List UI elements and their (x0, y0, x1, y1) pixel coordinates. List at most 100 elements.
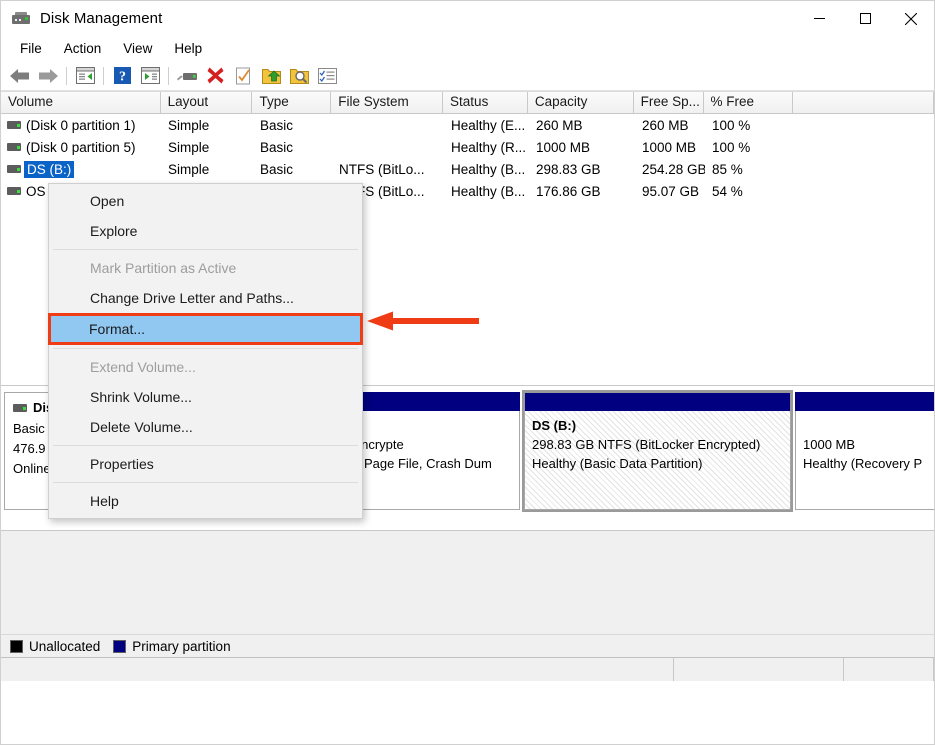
partition-box[interactable]: 1000 MB Healthy (Recovery P (795, 392, 934, 510)
table-row[interactable]: (Disk 0 partition 5) Simple Basic Healthy (… (1, 136, 934, 158)
volume-name: (Disk 0 partition 1) (26, 117, 136, 133)
legend-item: Unallocated (10, 639, 100, 654)
partition-color-cap (524, 392, 791, 411)
column-header-layout[interactable]: Layout (160, 92, 253, 113)
context-menu-item-delete-volume[interactable]: Delete Volume... (49, 412, 362, 442)
disk-management-icon (12, 11, 30, 27)
cell-free-space: 260 MB (642, 117, 689, 133)
maximize-button[interactable] (842, 1, 888, 36)
volume-icon (7, 165, 21, 173)
cell-capacity: 176.86 GB (536, 183, 601, 199)
cell-capacity: 260 MB (536, 117, 583, 133)
extend-volume-icon[interactable] (257, 63, 285, 89)
cell-file-system: NTFS (BitLo... (339, 161, 425, 177)
context-menu-item-open[interactable]: Open (49, 186, 362, 216)
context-menu-item-format[interactable]: Format... (48, 313, 363, 345)
partition-size-fs: 1000 MB (803, 437, 856, 452)
search-folder-icon[interactable] (285, 63, 313, 89)
close-button[interactable] (888, 1, 934, 36)
help-icon[interactable]: ? (108, 63, 136, 89)
volume-name: (Disk 0 partition 5) (26, 139, 136, 155)
window-controls (796, 1, 934, 36)
delete-icon[interactable] (201, 63, 229, 89)
status-panel-3 (844, 658, 934, 681)
column-header-volume[interactable]: Volume (1, 92, 161, 113)
rescan-disks-icon[interactable] (173, 63, 201, 89)
partition-status: Healthy (Basic Data Partition) (532, 456, 703, 471)
context-menu-item-explore[interactable]: Explore (49, 216, 362, 246)
cell-percent-free: 100 % (712, 117, 751, 133)
cell-volume: DS (B:) (1, 160, 161, 178)
cell-percent-free: 85 % (712, 161, 743, 177)
legend-pane: Unallocated Primary partition (1, 531, 934, 681)
menu-file[interactable]: File (9, 38, 53, 59)
toolbar: ? (1, 61, 934, 91)
cell-layout: Simple (168, 161, 210, 177)
cell-status: Healthy (B... (451, 183, 526, 199)
context-menu-item-change-drive-letter-and-paths[interactable]: Change Drive Letter and Paths... (49, 283, 362, 313)
status-panel-2 (674, 658, 844, 681)
volume-list-column-headers: Volume Layout Type File System Status Capacit… (1, 91, 934, 114)
cell-percent-free: 54 % (712, 183, 743, 199)
cell-percent-free: 100 % (712, 139, 751, 155)
toolbar-separator (66, 66, 67, 85)
cell-status: Healthy (B... (451, 161, 526, 177)
cell-volume: (Disk 0 partition 1) (1, 118, 161, 133)
context-menu-separator (53, 348, 358, 349)
cell-free-space: 95.07 GB (642, 183, 700, 199)
show-hide-console-tree-icon[interactable] (71, 63, 99, 89)
cell-volume: (Disk 0 partition 5) (1, 140, 161, 155)
menu-help[interactable]: Help (163, 38, 213, 59)
toolbar-separator (168, 66, 169, 85)
partition-box[interactable]: DS (B:) 298.83 GB NTFS (BitLocker Encrypt… (522, 390, 793, 512)
column-header-capacity[interactable]: Capacity (527, 92, 634, 113)
legend-swatch (10, 639, 23, 653)
disk-management-window: Disk Management File Action View Help ? … (0, 0, 935, 745)
context-menu-item-help[interactable]: Help (49, 486, 362, 516)
title-bar: Disk Management (1, 1, 934, 36)
menu-action[interactable]: Action (53, 38, 113, 59)
minimize-button[interactable] (796, 1, 842, 36)
column-header-status[interactable]: Status (443, 92, 528, 113)
cell-type: Basic (260, 117, 294, 133)
context-menu-item-shrink-volume[interactable]: Shrink Volume... (49, 382, 362, 412)
column-header-type[interactable]: Type (252, 92, 332, 113)
svg-text:?: ? (119, 70, 126, 85)
partition-body: DS (B:) 298.83 GB NTFS (BitLocker Encrypt… (524, 411, 791, 510)
context-menu-item-properties[interactable]: Properties (49, 449, 362, 479)
context-menu-item-extend-volume: Extend Volume... (90, 359, 196, 375)
disk-icon (13, 404, 27, 412)
volume-icon (7, 143, 21, 151)
volume-context-menu[interactable]: Open Explore Mark Partition as Active Chang… (48, 183, 363, 519)
menu-view[interactable]: View (112, 38, 163, 59)
context-menu-separator (53, 445, 358, 446)
table-row[interactable]: DS (B:) Simple Basic NTFS (BitLo... Healthy … (1, 158, 934, 180)
cell-capacity: 298.83 GB (536, 161, 601, 177)
cell-type: Basic (260, 139, 294, 155)
properties-icon[interactable] (229, 63, 257, 89)
legend-label: Unallocated (29, 638, 101, 654)
cell-type: Basic (260, 161, 294, 177)
legend-swatch (113, 639, 127, 653)
column-header-file-system[interactable]: File System (331, 92, 444, 113)
column-header-free[interactable]: % Free (703, 92, 794, 113)
list-view-icon[interactable] (313, 63, 341, 89)
column-header-free-sp[interactable]: Free Sp... (633, 92, 704, 113)
cell-layout: Simple (168, 139, 210, 155)
forward-icon[interactable] (34, 63, 62, 89)
cell-status: Healthy (E... (451, 117, 526, 133)
status-bar (1, 657, 934, 681)
column-header-blank[interactable] (793, 92, 934, 113)
partition-color-cap (795, 392, 934, 411)
show-hide-action-pane-icon[interactable] (136, 63, 164, 89)
legend-item: Primary partition (113, 639, 231, 654)
volume-icon (7, 121, 21, 129)
back-icon[interactable] (6, 63, 34, 89)
cell-free-space: 254.28 GB (642, 161, 705, 177)
context-menu-separator (53, 249, 358, 250)
table-row[interactable]: (Disk 0 partition 1) Simple Basic Healthy (… (1, 114, 934, 136)
cell-free-space: 1000 MB (642, 139, 697, 155)
volume-name: DS (B:) (24, 160, 75, 178)
partition-status: Healthy (Recovery P (803, 456, 923, 471)
partition-title: DS (B:) (532, 418, 577, 433)
